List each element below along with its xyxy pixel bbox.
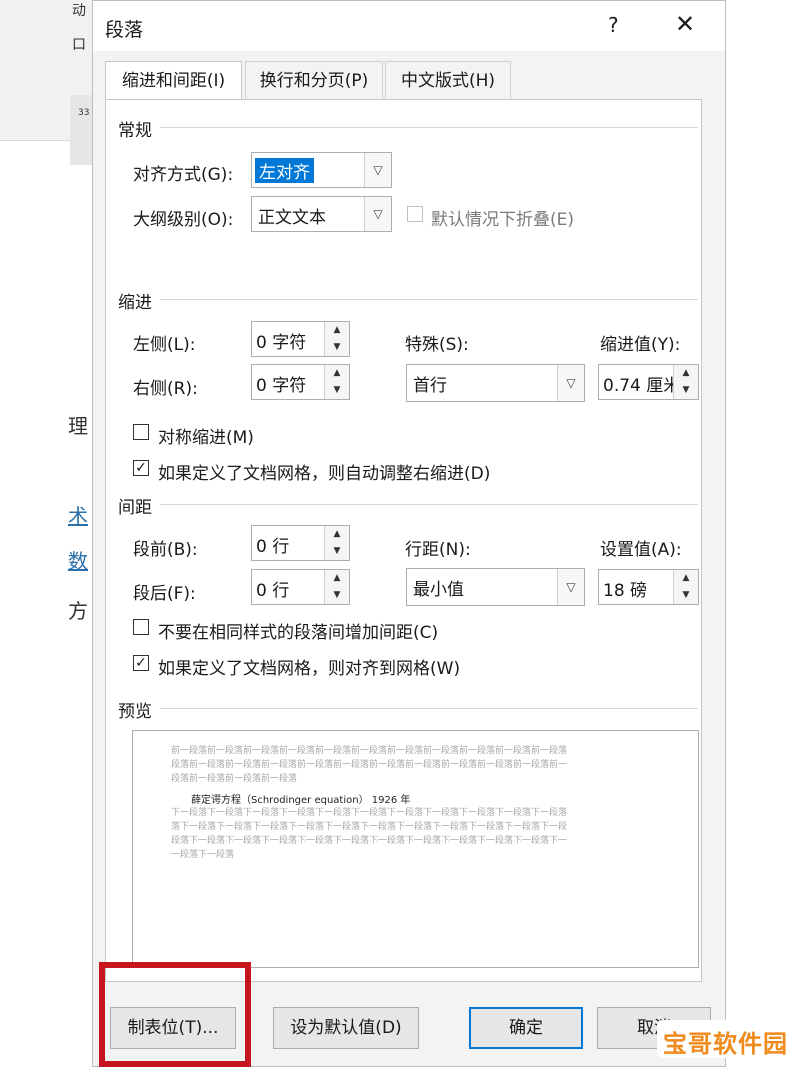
spin-down-icon[interactable]: ▼ bbox=[325, 587, 349, 604]
section-general: 常规 bbox=[118, 121, 152, 141]
section-spacing: 间距 bbox=[118, 498, 152, 518]
spacing-after-label: 段后(F): bbox=[133, 584, 196, 604]
spin-up-icon[interactable]: ▲ bbox=[674, 570, 698, 588]
preview-prev-line: 段落前一段落前一段落前一段落前一段落前一段落前一段落前一段落前一段落前一段落前一… bbox=[171, 760, 568, 770]
left-indent-label: 左侧(L): bbox=[133, 335, 196, 355]
no-space-same-style-checkbox[interactable] bbox=[133, 619, 149, 635]
spin-up-icon[interactable]: ▲ bbox=[674, 365, 698, 383]
collapse-label: 默认情况下折叠(E) bbox=[431, 210, 575, 230]
background-text: 数 bbox=[68, 549, 88, 573]
spacing-before-spinner[interactable]: 0 行 ▲ ▼ bbox=[251, 525, 350, 561]
tab-asian-typography[interactable]: 中文版式(H) bbox=[385, 61, 511, 99]
preview-next-line: 落下一段落下一段落下一段落下一段落下一段落下一段落下一段落下一段落下一段落下一段… bbox=[171, 822, 568, 832]
spin-up-icon[interactable]: ▲ bbox=[325, 570, 349, 588]
chevron-down-icon[interactable]: ▽ bbox=[557, 365, 584, 401]
background-document: 33 动 口 理 术 数 方 bbox=[0, 0, 100, 1067]
close-icon[interactable]: ✕ bbox=[675, 10, 695, 38]
set-default-button[interactable]: 设为默认值(D) bbox=[273, 1007, 419, 1049]
indent-by-label: 缩进值(Y): bbox=[600, 335, 681, 355]
no-space-same-style-label: 不要在相同样式的段落间增加间距(C) bbox=[158, 623, 439, 643]
preview-next-line: 段落下一段落下一段落下一段落下一段落下一段落下一段落下一段落下一段落下一段落下一… bbox=[171, 836, 568, 846]
divider bbox=[160, 504, 698, 505]
divider bbox=[160, 708, 698, 709]
spacing-after-spinner[interactable]: 0 行 ▲ ▼ bbox=[251, 569, 350, 605]
special-indent-value: 首行 bbox=[413, 376, 447, 396]
background-text: 理 bbox=[68, 414, 88, 438]
divider bbox=[160, 127, 698, 128]
alignment-value: 左对齐 bbox=[255, 158, 314, 183]
section-preview: 预览 bbox=[118, 702, 152, 722]
preview-prev-line: 段落前一段落前一段落前一段落 bbox=[171, 774, 298, 784]
background-text: 动 bbox=[72, 3, 86, 19]
chevron-down-icon[interactable]: ▽ bbox=[557, 569, 584, 605]
spin-up-icon[interactable]: ▲ bbox=[325, 526, 349, 544]
left-indent-spinner[interactable]: 0 字符 ▲ ▼ bbox=[251, 321, 350, 357]
ruler-number: 33 bbox=[78, 108, 90, 118]
indent-by-spinner[interactable]: 0.74 厘米 ▲ ▼ bbox=[598, 364, 699, 400]
spin-down-icon[interactable]: ▼ bbox=[325, 339, 349, 356]
preview-next-line: 下一段落下一段落下一段落下一段落下一段落下一段落下一段落下一段落下一段落下一段落… bbox=[171, 808, 568, 818]
snap-to-grid-label: 如果定义了文档网格，则对齐到网格(W) bbox=[158, 659, 461, 679]
line-spacing-at-spinner[interactable]: 18 磅 ▲ ▼ bbox=[598, 569, 699, 605]
mirror-indents-label: 对称缩进(M) bbox=[158, 428, 254, 448]
preview-next-line: 一段落下一段落 bbox=[171, 850, 235, 860]
spin-up-icon[interactable]: ▲ bbox=[325, 322, 349, 340]
spacing-after-value: 0 行 bbox=[256, 581, 290, 601]
alignment-label: 对齐方式(G): bbox=[133, 165, 234, 185]
help-icon[interactable]: ? bbox=[608, 13, 619, 37]
chevron-down-icon[interactable]: ▽ bbox=[364, 153, 391, 187]
outline-level-select[interactable]: 正文文本 ▽ bbox=[251, 196, 392, 232]
watermark-logo: 宝哥软件园 bbox=[657, 1020, 792, 1058]
spin-down-icon[interactable]: ▼ bbox=[674, 382, 698, 399]
tab-indents-spacing[interactable]: 缩进和间距(I) bbox=[105, 61, 242, 101]
line-spacing-at-value: 18 磅 bbox=[603, 581, 648, 601]
preview-prev-line: 前一段落前一段落前一段落前一段落前一段落前一段落前一段落前一段落前一段落前一段落… bbox=[171, 746, 568, 756]
ok-button[interactable]: 确定 bbox=[469, 1007, 583, 1049]
line-spacing-select[interactable]: 最小值 ▽ bbox=[406, 568, 585, 606]
indent-by-value: 0.74 厘米 bbox=[603, 376, 675, 396]
auto-adjust-checkbox[interactable]: ✓ bbox=[133, 460, 149, 476]
special-label: 特殊(S): bbox=[405, 335, 469, 355]
line-spacing-label: 行距(N): bbox=[405, 540, 471, 560]
watermark-text: 宝哥软件园 bbox=[663, 1030, 788, 1058]
chevron-down-icon[interactable]: ▽ bbox=[364, 197, 391, 231]
divider bbox=[160, 299, 698, 300]
spacing-before-label: 段前(B): bbox=[133, 540, 198, 560]
right-indent-spinner[interactable]: 0 字符 ▲ ▼ bbox=[251, 364, 350, 400]
spin-down-icon[interactable]: ▼ bbox=[325, 382, 349, 399]
spacing-before-value: 0 行 bbox=[256, 537, 290, 557]
dialog-title: 段落 bbox=[105, 19, 144, 41]
background-text: 口 bbox=[72, 37, 86, 53]
right-indent-value: 0 字符 bbox=[256, 376, 307, 396]
outline-level-value: 正文文本 bbox=[258, 208, 326, 228]
collapse-checkbox[interactable] bbox=[407, 206, 423, 222]
dialog-titlebar: 段落 ? ✕ bbox=[93, 1, 725, 51]
spin-down-icon[interactable]: ▼ bbox=[325, 543, 349, 560]
snap-to-grid-checkbox[interactable]: ✓ bbox=[133, 655, 149, 671]
right-indent-label: 右侧(R): bbox=[133, 379, 198, 399]
left-indent-value: 0 字符 bbox=[256, 333, 307, 353]
auto-adjust-label: 如果定义了文档网格，则自动调整右缩进(D) bbox=[158, 464, 491, 484]
alignment-select[interactable]: 左对齐 ▽ bbox=[251, 152, 392, 188]
background-text: 术 bbox=[68, 504, 88, 528]
spin-up-icon[interactable]: ▲ bbox=[325, 365, 349, 383]
outline-level-label: 大纲级别(O): bbox=[133, 210, 234, 230]
special-indent-select[interactable]: 首行 ▽ bbox=[406, 364, 585, 402]
spin-down-icon[interactable]: ▼ bbox=[674, 587, 698, 604]
tab-line-page-breaks[interactable]: 换行和分页(P) bbox=[245, 61, 383, 99]
mirror-indents-checkbox[interactable] bbox=[133, 424, 149, 440]
highlight-annotation-box bbox=[99, 962, 251, 1067]
section-indentation: 缩进 bbox=[118, 293, 152, 313]
line-spacing-at-label: 设置值(A): bbox=[600, 540, 682, 560]
paragraph-preview: 前一段落前一段落前一段落前一段落前一段落前一段落前一段落前一段落前一段落前一段落… bbox=[132, 730, 699, 968]
preview-sample-text: 薛定谔方程（Schrodinger equation） 1926 年 bbox=[191, 795, 411, 806]
line-spacing-value: 最小值 bbox=[413, 580, 464, 600]
background-text: 方 bbox=[68, 599, 88, 623]
